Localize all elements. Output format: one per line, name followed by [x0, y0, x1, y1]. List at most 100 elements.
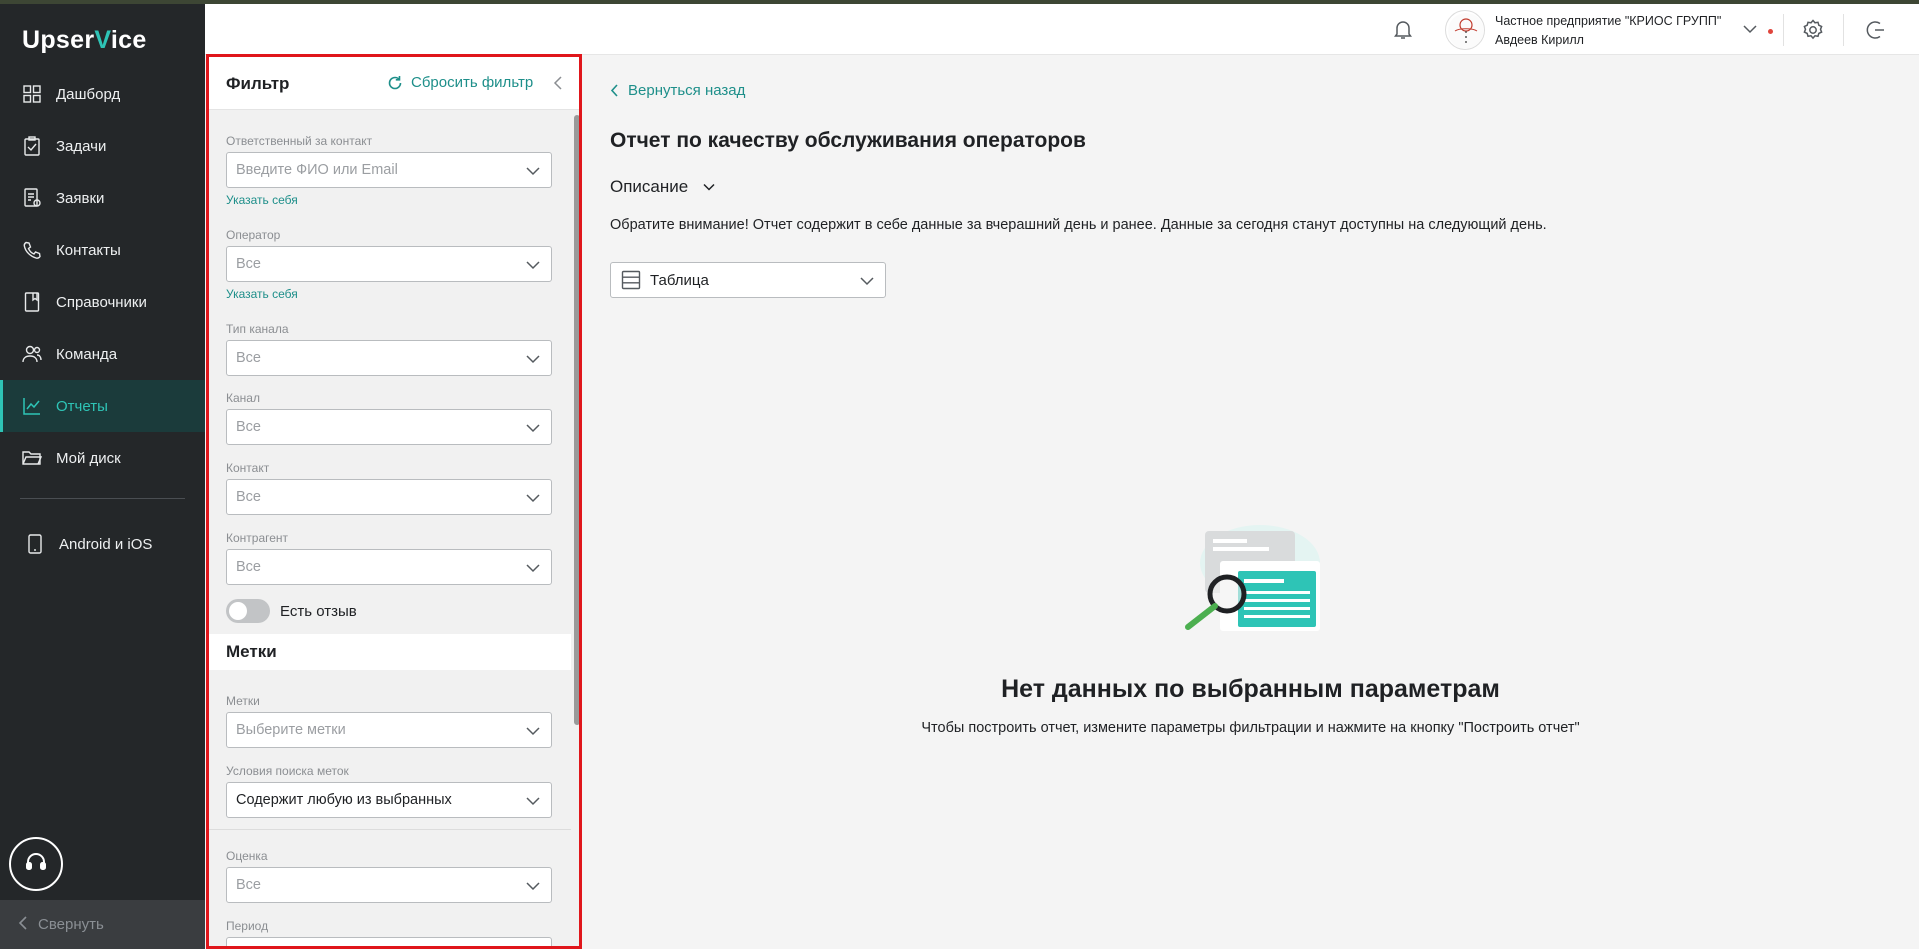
filter-scrollbar[interactable] — [574, 115, 579, 725]
assign-self-link[interactable]: Указать себя — [226, 193, 298, 207]
reset-filter-button[interactable]: Сбросить фильтр — [387, 74, 533, 91]
chevron-down-icon — [525, 351, 541, 367]
counterparty-select[interactable]: Все — [226, 549, 552, 585]
view-mode-select[interactable]: Таблица — [610, 262, 886, 298]
sidebar-item-label: Команда — [56, 345, 118, 363]
responsible-placeholder: Введите ФИО или Email — [236, 162, 398, 178]
back-link[interactable]: Вернуться назад — [610, 82, 745, 99]
has-review-label: Есть отзыв — [280, 602, 357, 620]
top-header: Частное предприятие "КРИОС ГРУПП" Авдеев… — [205, 4, 1919, 55]
tag-condition-label: Условия поиска меток — [226, 764, 349, 778]
filter-title: Фильтр — [226, 74, 290, 93]
phone-icon — [22, 240, 42, 260]
view-mode-value: Таблица — [650, 271, 709, 289]
sidebar-item-label: Дашборд — [56, 85, 121, 103]
empty-state-subtitle: Чтобы построить отчет, измените параметр… — [921, 720, 1580, 736]
sidebar-item-label: Контакты — [56, 241, 121, 259]
operator-select[interactable]: Все — [226, 246, 552, 282]
logout-icon[interactable] — [1863, 18, 1887, 42]
chevron-down-icon — [525, 560, 541, 576]
responsible-label: Ответственный за контакт — [226, 134, 373, 148]
team-icon — [22, 344, 42, 364]
data-availability-notice: Обратите внимание! Отчет содержит в себе… — [610, 217, 1547, 233]
rating-select[interactable]: Все — [226, 867, 552, 903]
sidebar-item-contacts[interactable]: Контакты — [0, 224, 205, 276]
sidebar-item-tasks[interactable]: Задачи — [0, 120, 205, 172]
chevron-down-icon — [702, 180, 716, 194]
operator-value: Все — [236, 256, 261, 272]
sidebar-item-label: Отчеты — [56, 397, 108, 415]
avatar[interactable] — [1445, 10, 1485, 50]
tags-section-title: Метки — [226, 642, 277, 661]
contact-value: Все — [236, 489, 261, 505]
rating-value: Все — [236, 877, 261, 893]
period-select[interactable] — [226, 937, 552, 946]
sidebar-item-label: Справочники — [56, 293, 147, 311]
reset-filter-label: Сбросить фильтр — [411, 74, 534, 91]
period-label: Период — [226, 919, 269, 933]
header-divider — [1783, 14, 1784, 46]
chevron-down-icon — [525, 490, 541, 506]
sidebar-item-team[interactable]: Команда — [0, 328, 205, 380]
main-content: Вернуться назад Отчет по качеству обслуж… — [582, 55, 1919, 949]
headset-icon — [25, 851, 47, 878]
empty-state-title: Нет данных по выбранным параметрам — [1001, 675, 1500, 703]
account-info[interactable]: Частное предприятие "КРИОС ГРУПП" Авдеев… — [1495, 12, 1721, 50]
tasks-icon — [22, 136, 42, 156]
responsible-select[interactable]: Введите ФИО или Email — [226, 152, 552, 188]
chevron-down-icon — [859, 273, 875, 289]
sidebar-item-directories[interactable]: Справочники — [0, 276, 205, 328]
empty-state-illustration — [1180, 523, 1325, 638]
chevron-down-icon — [525, 163, 541, 179]
app-logo[interactable]: UpserVice — [22, 26, 147, 55]
requests-icon — [22, 188, 42, 208]
chevron-down-icon[interactable] — [1742, 21, 1758, 37]
counterparty-value: Все — [236, 559, 261, 575]
sidebar-item-requests[interactable]: Заявки — [0, 172, 205, 224]
sidebar: UpserVice Дашборд Задачи Заявки Контакты — [0, 4, 205, 949]
collapse-sidebar-button[interactable]: Свернуть — [0, 900, 205, 949]
chevron-left-icon[interactable] — [551, 75, 567, 91]
gear-icon[interactable] — [1801, 18, 1825, 42]
support-button[interactable] — [9, 837, 63, 891]
tag-condition-select[interactable]: Содержит любую из выбранных — [226, 782, 552, 818]
tags-label: Метки — [226, 694, 260, 708]
sidebar-item-dashboard[interactable]: Дашборд — [0, 68, 205, 120]
book-icon — [22, 292, 42, 312]
description-toggle[interactable]: Описание — [610, 177, 716, 197]
sidebar-item-label: Мой диск — [56, 449, 121, 467]
organization-name: Частное предприятие "КРИОС ГРУПП" — [1495, 14, 1722, 28]
chevron-down-icon — [525, 793, 541, 809]
assign-self-operator-link[interactable]: Указать себя — [226, 287, 298, 301]
channel-value: Все — [236, 419, 261, 435]
chevron-left-icon — [610, 84, 619, 97]
description-label: Описание — [610, 177, 689, 196]
dashboard-icon — [22, 84, 42, 104]
rating-label: Оценка — [226, 849, 268, 863]
channel-type-label: Тип канала — [226, 322, 289, 336]
operator-label: Оператор — [226, 228, 281, 242]
header-divider — [1843, 14, 1844, 46]
sidebar-item-reports[interactable]: Отчеты — [0, 380, 205, 432]
contact-label: Контакт — [226, 461, 270, 475]
channel-type-value: Все — [236, 350, 261, 366]
sidebar-divider — [20, 498, 185, 499]
channel-select[interactable]: Все — [226, 409, 552, 445]
chevron-down-icon — [525, 878, 541, 894]
chevron-down-icon — [525, 257, 541, 273]
contact-select[interactable]: Все — [226, 479, 552, 515]
tags-select[interactable]: Выберите метки — [226, 712, 552, 748]
table-icon — [621, 270, 641, 290]
sidebar-item-label: Android и iOS — [59, 535, 153, 553]
chevron-left-icon — [18, 915, 28, 934]
chevron-down-icon — [525, 723, 541, 739]
sidebar-item-my-disk[interactable]: Мой диск — [0, 432, 205, 484]
chart-icon — [22, 396, 42, 416]
sidebar-item-label: Задачи — [56, 137, 107, 155]
user-name: Авдеев Кирилл — [1495, 33, 1584, 47]
bell-icon[interactable] — [1391, 17, 1415, 41]
refresh-icon — [387, 75, 403, 91]
sidebar-item-mobile-apps[interactable]: Android и iOS — [0, 520, 205, 568]
has-review-toggle[interactable] — [226, 599, 270, 623]
channel-type-select[interactable]: Все — [226, 340, 552, 376]
